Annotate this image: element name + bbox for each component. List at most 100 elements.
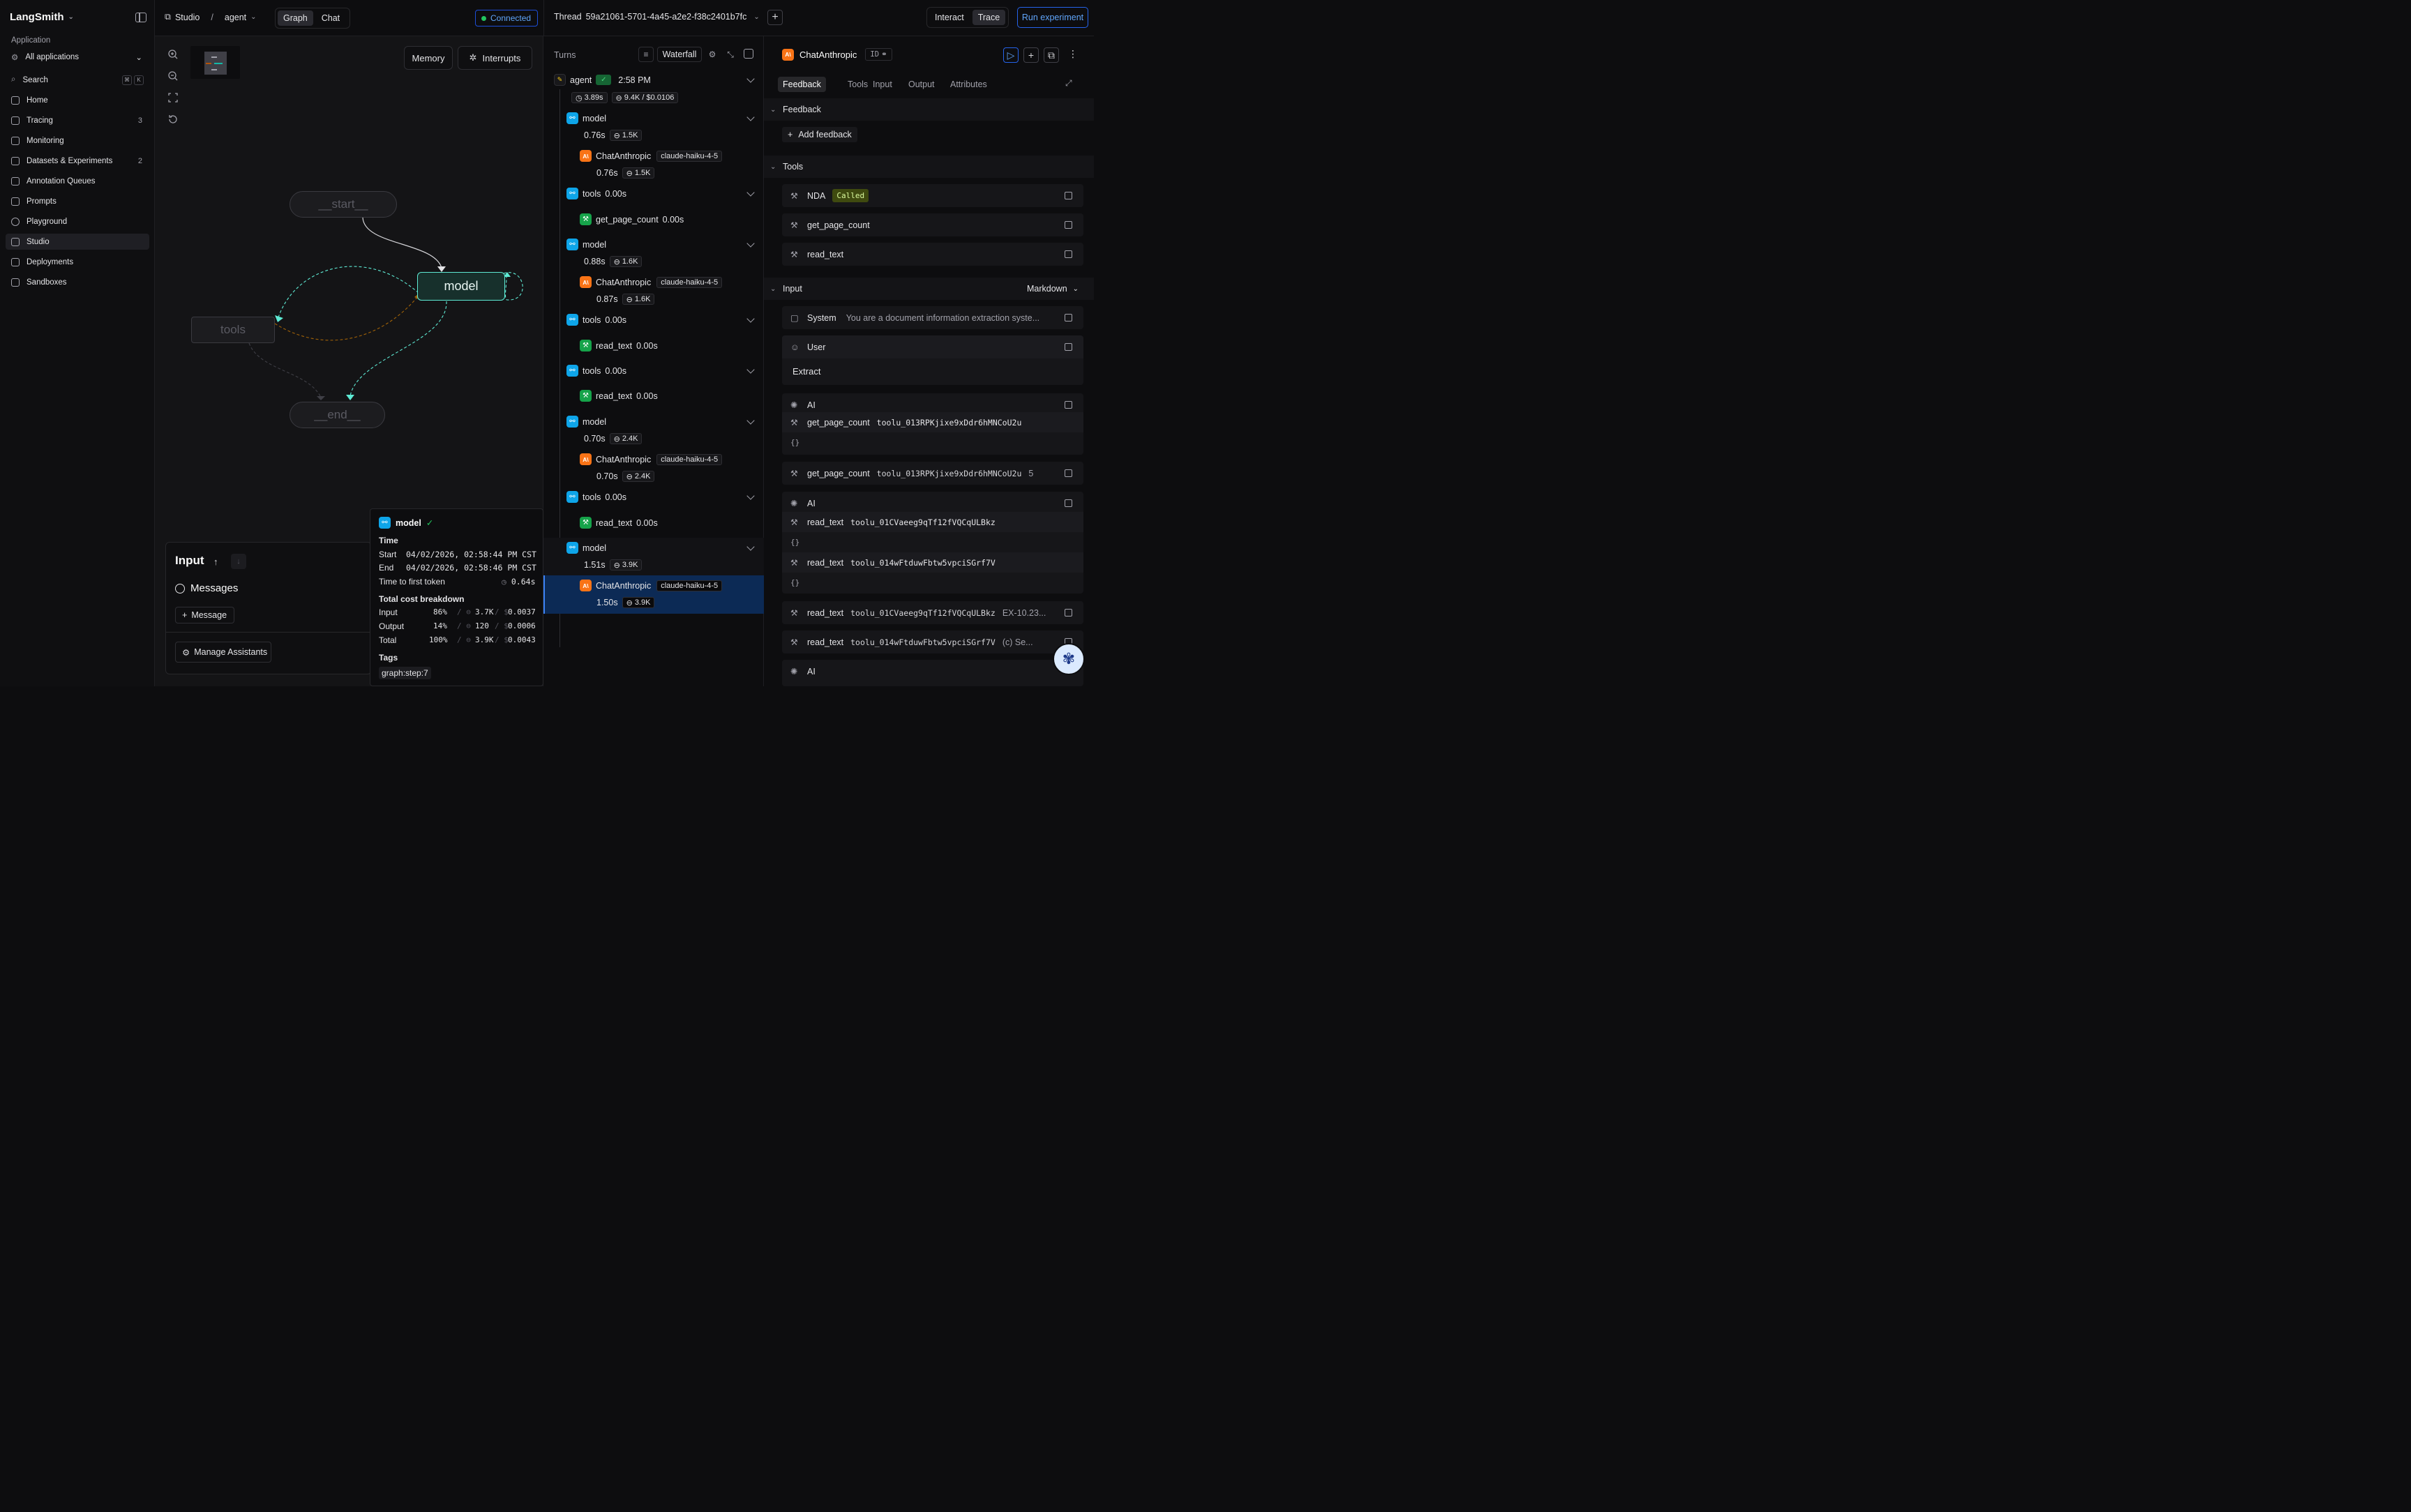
filter-icon[interactable]: ≡ [638, 47, 654, 62]
turn-tools[interactable]: ⚯ tools 0.00s [566, 314, 626, 326]
tokens-value: 3.9K [622, 561, 638, 569]
manage-assistants-button[interactable]: ⚙ Manage Assistants [175, 642, 271, 663]
copy-icon[interactable] [1065, 314, 1072, 322]
graph-canvas[interactable]: Memory ✲ Interrupts __start__ model tool… [155, 36, 543, 686]
turn-tool[interactable]: ⚒ read_text 0.00s [580, 390, 658, 402]
add-message-label: Message [191, 610, 227, 620]
node-model[interactable]: model [417, 272, 505, 301]
brand[interactable]: LangSmith ⌄ [10, 11, 74, 23]
sidebar-toggle-icon[interactable] [135, 13, 147, 22]
node-tools[interactable]: tools [191, 317, 275, 343]
chevron-down-icon[interactable] [746, 75, 755, 83]
sidebar-item-monitoring[interactable]: Monitoring [6, 133, 149, 149]
view-select[interactable]: Waterfall [657, 47, 702, 62]
collapse-icon[interactable]: ⤡ [723, 47, 737, 62]
app-select[interactable]: ⚙ All applications ⌄ [6, 50, 149, 65]
assistant-fab[interactable]: ✾ [1053, 643, 1085, 675]
chevron-down-icon[interactable] [746, 188, 755, 197]
arrow-up-icon[interactable]: ↑ [213, 557, 218, 567]
tab-graph[interactable]: Graph [278, 10, 313, 26]
turn-tool[interactable]: ⚒ read_text 0.00s [580, 340, 658, 351]
home-icon [11, 96, 20, 105]
turn-llm[interactable]: A\ ChatAnthropic claude-haiku-4-5 [580, 453, 723, 465]
turn-tools[interactable]: ⚯ tools 0.00s [566, 491, 626, 503]
ttft-number: 0.64s [511, 577, 536, 587]
turn-llm[interactable]: A\ ChatAnthropic claude-haiku-4-5 [580, 276, 723, 288]
tools-section-header[interactable]: ⌄ Tools [764, 156, 1094, 178]
turn-model[interactable]: ⚯ model [566, 416, 606, 428]
sidebar-item-datasets[interactable]: Datasets & Experiments 2 [6, 153, 149, 169]
tool-card[interactable]: ⚒ NDA Called [782, 184, 1083, 207]
arrow-down-icon[interactable]: ↓ [231, 554, 246, 569]
tool-name: NDA [807, 190, 826, 201]
sidebar-item-tracing[interactable]: Tracing 3 [6, 112, 149, 128]
add-message-button[interactable]: + Message [175, 607, 234, 623]
copy-icon[interactable] [1065, 250, 1072, 258]
run-experiment-button[interactable]: Run experiment [1017, 7, 1088, 28]
tool-card[interactable]: ⚒ read_text [782, 243, 1083, 266]
tab-chat[interactable]: Chat [316, 10, 345, 26]
sidebar-item-playground[interactable]: Playground [6, 213, 149, 229]
copy-icon[interactable]: ⧉ [1044, 47, 1059, 63]
copy-icon[interactable] [1065, 469, 1072, 477]
copy-icon[interactable] [1065, 401, 1072, 409]
end-value: 04/02/2026, 02:58:46 PM CST [406, 563, 536, 573]
expand-icon[interactable]: ⤢ [1065, 78, 1072, 89]
turn-tool[interactable]: ⚒ read_text 0.00s [580, 517, 658, 529]
chevron-down-icon[interactable] [746, 239, 755, 248]
sidebar-item-annotation-queues[interactable]: Annotation Queues [6, 173, 149, 189]
turn-model[interactable]: ⚯ model [566, 542, 606, 554]
tab-output[interactable]: Output [903, 77, 940, 92]
node-start[interactable]: __start__ [290, 191, 397, 218]
copy-icon[interactable] [1065, 609, 1072, 617]
sidebar-item-studio[interactable]: Studio [6, 234, 149, 250]
turn-name: tools [583, 315, 601, 325]
node-end[interactable]: __end__ [290, 402, 385, 428]
format-select[interactable]: Markdown ⌄ [1027, 284, 1079, 294]
tab-feedback[interactable]: Feedback [778, 77, 826, 92]
thread-select[interactable]: Thread 59a21061-5701-4a45-a2e2-f38c2401b… [554, 12, 760, 22]
turn-tools[interactable]: ⚯ tools 0.00s [566, 365, 626, 377]
id-badge[interactable]: ID ⚭ [865, 48, 892, 61]
turn-tool[interactable]: ⚒ get_page_count 0.00s [580, 213, 684, 225]
copy-icon[interactable] [1065, 499, 1072, 507]
turn-tools[interactable]: ⚯ tools 0.00s [566, 188, 626, 199]
tab-interact[interactable]: Interact [929, 10, 970, 25]
chevron-down-icon[interactable] [746, 315, 755, 323]
sidebar-search[interactable]: ⌕ Search ⌘ K [6, 72, 149, 88]
sidebar-item-deployments[interactable]: Deployments [6, 254, 149, 270]
copy-icon[interactable] [1065, 343, 1072, 351]
feedback-section-header[interactable]: ⌄ Feedback [764, 98, 1094, 121]
plus-icon[interactable]: + [1023, 47, 1039, 63]
tab-trace[interactable]: Trace [972, 10, 1006, 25]
graph-select[interactable]: agent [225, 13, 246, 22]
sidebar-item-prompts[interactable]: Prompts [6, 193, 149, 209]
new-thread-button[interactable]: + [767, 10, 783, 25]
panel-toggle-icon[interactable] [744, 49, 753, 59]
turn-root[interactable]: ✎ agent ✓ 2:58 PM [554, 74, 651, 86]
message-system: ▢ System You are a document information ex… [782, 306, 1083, 329]
settings-icon[interactable]: ⚙ [705, 47, 719, 62]
turn-llm[interactable]: A\ ChatAnthropic claude-haiku-4-5 [580, 580, 723, 591]
chevron-down-icon[interactable] [746, 113, 755, 121]
sidebar-item-sandboxes[interactable]: Sandboxes [6, 274, 149, 290]
tab-input[interactable]: Input [868, 77, 897, 92]
chevron-down-icon[interactable] [746, 492, 755, 500]
tab-attributes[interactable]: Attributes [945, 77, 992, 92]
turn-model[interactable]: ⚯ model [566, 112, 606, 124]
sidebar-item-home[interactable]: Home [6, 92, 149, 108]
chevron-down-icon[interactable] [746, 416, 755, 425]
add-feedback-button[interactable]: + Add feedback [782, 127, 857, 142]
tool-card[interactable]: ⚒ get_page_count [782, 213, 1083, 236]
breadcrumb-studio[interactable]: Studio [175, 13, 200, 22]
copy-icon[interactable] [1065, 192, 1072, 199]
turn-time: 2:58 PM [618, 75, 651, 85]
chevron-down-icon[interactable] [746, 365, 755, 374]
turn-model[interactable]: ⚯ model [566, 239, 606, 250]
turn-duration: 0.87s [596, 294, 618, 304]
play-icon[interactable]: ▷ [1003, 47, 1019, 63]
turn-llm[interactable]: A\ ChatAnthropic claude-haiku-4-5 [580, 150, 723, 162]
input-section-header[interactable]: ⌄ Input Markdown ⌄ [764, 278, 1094, 300]
copy-icon[interactable] [1065, 221, 1072, 229]
more-icon[interactable]: ⋮ [1068, 48, 1078, 60]
